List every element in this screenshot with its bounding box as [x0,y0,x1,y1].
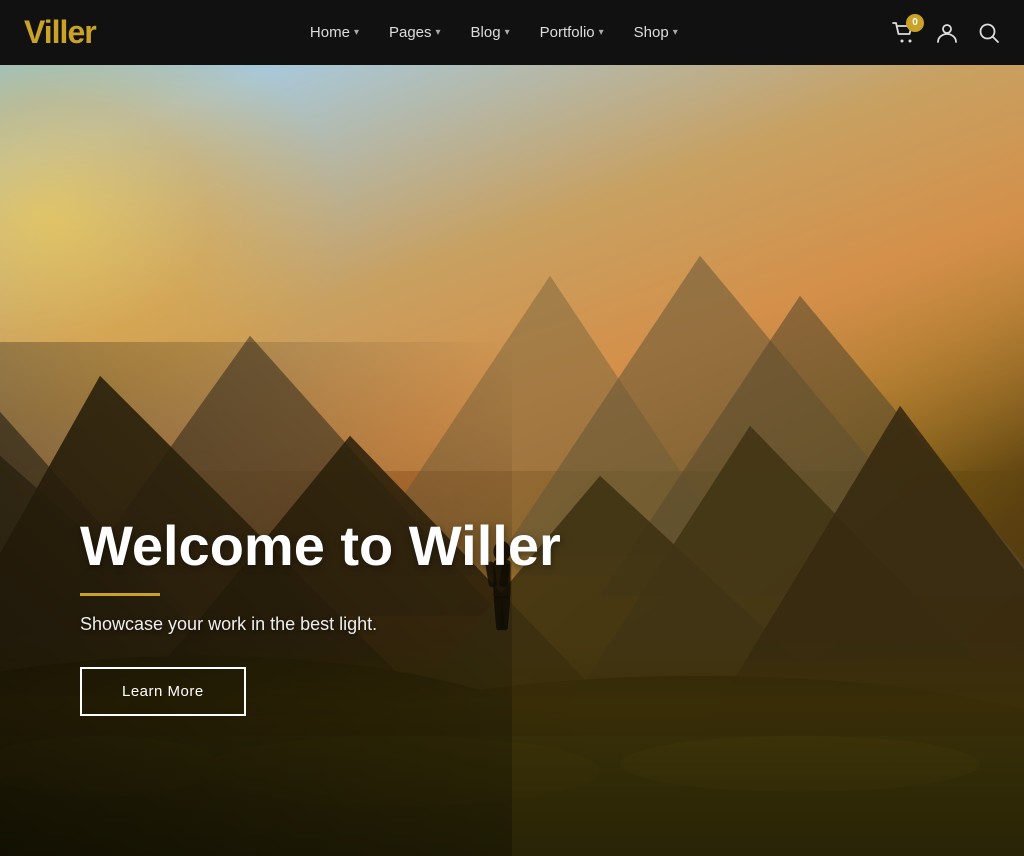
nav-item-shop[interactable]: Shop ▾ [634,24,678,41]
nav-link-portfolio[interactable]: Portfolio ▾ [540,24,604,41]
hero-section: Welcome to Willer Showcase your work in … [0,0,1024,856]
chevron-icon: ▾ [673,27,678,38]
nav-icons: 0 [892,22,1000,44]
logo-highlight: e [67,14,84,50]
chevron-icon: ▾ [599,27,604,38]
nav-item-blog[interactable]: Blog ▾ [471,24,510,41]
learn-more-button[interactable]: Learn More [80,667,246,716]
nav-item-portfolio[interactable]: Portfolio ▾ [540,24,604,41]
cart-wrapper[interactable]: 0 [892,22,916,44]
logo-suffix: r [84,14,95,50]
chevron-icon: ▾ [354,27,359,38]
search-button[interactable] [978,22,1000,44]
search-icon [978,22,1000,44]
nav-link-home[interactable]: Home ▾ [310,24,359,41]
cart-badge: 0 [906,14,924,32]
nav-link-blog[interactable]: Blog ▾ [471,24,510,41]
logo-prefix: Vill [24,14,67,50]
logo[interactable]: Viller [24,14,96,51]
nav-item-home[interactable]: Home ▾ [310,24,359,41]
user-icon [936,22,958,44]
nav-link-shop[interactable]: Shop ▾ [634,24,678,41]
navbar: Viller Home ▾ Pages ▾ Blog ▾ Portfolio ▾ [0,0,1024,65]
hero-subtitle: Showcase your work in the best light. [80,614,561,635]
nav-links: Home ▾ Pages ▾ Blog ▾ Portfolio ▾ Shop [310,24,678,41]
nav-item-pages[interactable]: Pages ▾ [389,24,441,41]
hero-title: Welcome to Willer [80,515,561,577]
user-button[interactable] [936,22,958,44]
hero-divider [80,593,160,596]
chevron-icon: ▾ [505,27,510,38]
nav-link-pages[interactable]: Pages ▾ [389,24,441,41]
chevron-icon: ▾ [436,27,441,38]
hero-content: Welcome to Willer Showcase your work in … [80,515,561,716]
